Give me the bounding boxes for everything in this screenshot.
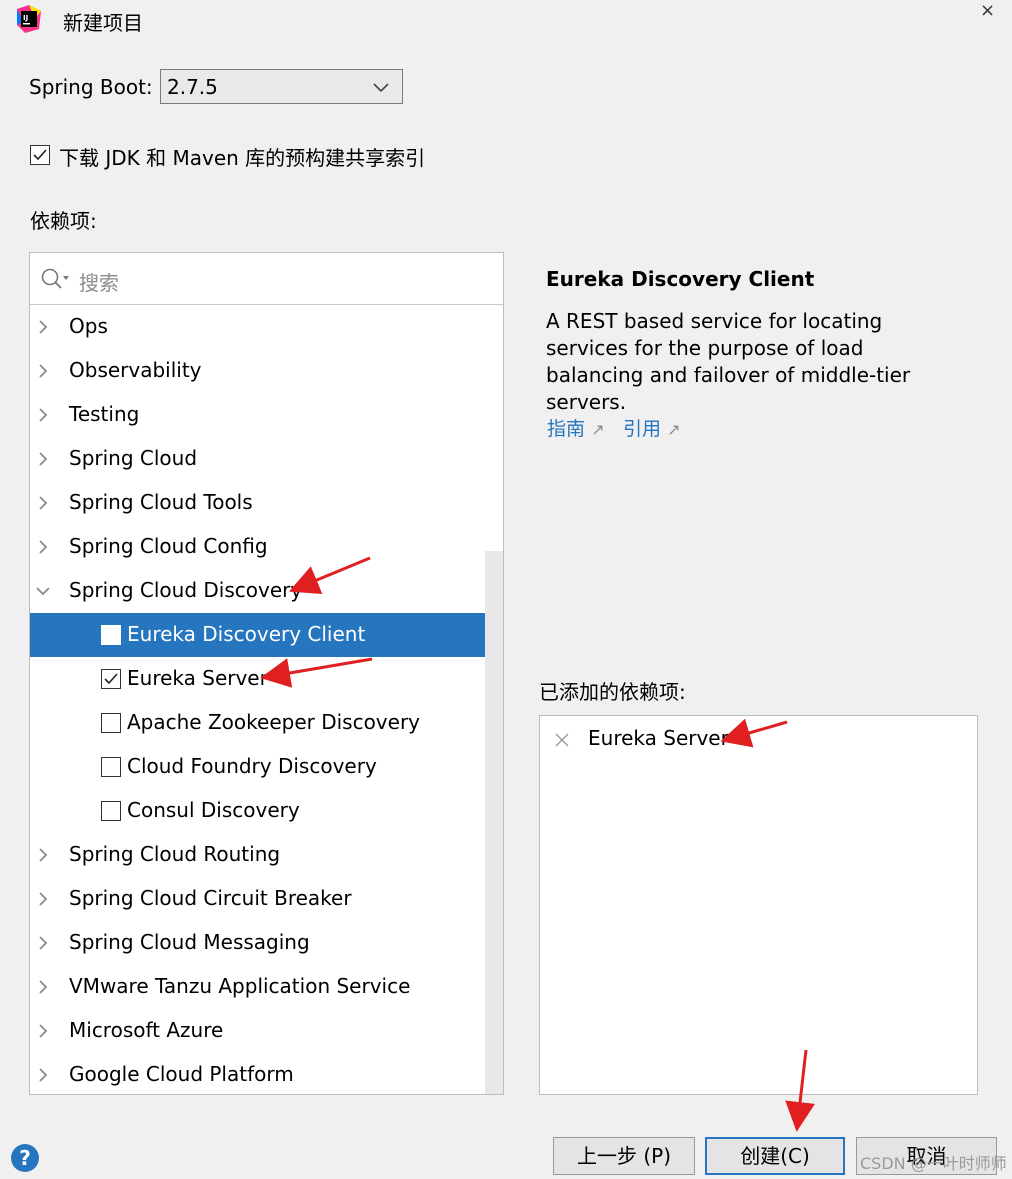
chevron-right-icon[interactable] — [35, 935, 51, 951]
download-index-label: 下载 JDK 和 Maven 库的预构建共享索引 — [59, 146, 426, 170]
chevron-down-icon[interactable] — [35, 583, 51, 599]
checkmark-icon — [33, 149, 47, 161]
dependency-item-label: Eureka Discovery Client — [127, 622, 366, 646]
tree-group-row[interactable]: Spring Cloud Routing — [30, 833, 485, 877]
tree-group-label: VMware Tanzu Application Service — [69, 974, 411, 998]
tree-group-label: Microsoft Azure — [69, 1018, 224, 1042]
tree-group-row[interactable]: Spring Cloud Messaging — [30, 921, 485, 965]
dependency-description: A REST based service for locating servic… — [546, 309, 911, 414]
external-link-icon: ↗ — [667, 420, 681, 439]
dependency-checkbox[interactable] — [101, 757, 121, 777]
dependency-item-row[interactable]: Eureka Discovery Client — [30, 613, 485, 657]
dependency-item-row[interactable]: Eureka Server — [30, 657, 485, 701]
chevron-right-icon[interactable] — [35, 979, 51, 995]
dependencies-label: 依赖项: — [30, 209, 97, 233]
tree-group-row[interactable]: Google Cloud Platform — [30, 1053, 485, 1094]
chevron-right-icon[interactable] — [35, 451, 51, 467]
dependency-item-label: Consul Discovery — [127, 798, 300, 822]
added-dependencies-panel: Eureka Server — [539, 715, 978, 1095]
dependency-checkbox[interactable] — [101, 625, 121, 645]
title-bar: IJ 新建项目 × — [0, 0, 1012, 40]
search-input[interactable]: 搜索 — [30, 253, 503, 305]
intellij-app-icon: IJ — [17, 5, 41, 33]
dependency-item-label: Eureka Server — [127, 666, 268, 690]
tree-group-label: Spring Cloud Tools — [69, 490, 253, 514]
chevron-right-icon[interactable] — [35, 1023, 51, 1039]
tree-group-label: Spring Cloud Routing — [69, 842, 281, 866]
chevron-right-icon[interactable] — [35, 847, 51, 863]
dependencies-list-panel: 搜索 Ops Observability Testing Spring Cloud Sp… — [29, 252, 504, 1095]
search-icon — [41, 268, 69, 289]
tree-group-label: Ops — [69, 314, 108, 338]
close-icon[interactable]: × — [980, 0, 995, 21]
dependency-checkbox[interactable] — [101, 801, 121, 821]
reference-link-label: 引用 — [623, 418, 662, 440]
spring-boot-label: Spring Boot: — [29, 75, 153, 99]
tree-group-row[interactable]: Spring Cloud Circuit Breaker — [30, 877, 485, 921]
scrollbar[interactable] — [485, 551, 503, 1094]
create-button[interactable]: 创建(C) — [705, 1137, 845, 1175]
dependency-item-row[interactable]: Cloud Foundry Discovery — [30, 745, 485, 789]
help-button[interactable]: ? — [11, 1144, 39, 1172]
tree-group-row[interactable]: Spring Cloud Discovery — [30, 569, 485, 613]
dependency-title: Eureka Discovery Client — [546, 267, 815, 291]
chevron-right-icon[interactable] — [35, 539, 51, 555]
chevron-right-icon[interactable] — [35, 495, 51, 511]
dependency-checkbox[interactable] — [101, 669, 121, 689]
remove-icon[interactable] — [554, 732, 570, 748]
dependency-item-label: Apache Zookeeper Discovery — [127, 710, 421, 734]
tree-group-row[interactable]: Spring Cloud Tools — [30, 481, 485, 525]
external-link-icon: ↗ — [591, 420, 605, 439]
dependency-item-row[interactable]: Apache Zookeeper Discovery — [30, 701, 485, 745]
tree-group-label: Spring Cloud Discovery — [69, 578, 303, 602]
chevron-right-icon[interactable] — [35, 1067, 51, 1083]
tree-group-row[interactable]: Testing — [30, 393, 485, 437]
tree-group-label: Spring Cloud — [69, 446, 198, 470]
tree-group-row[interactable]: Observability — [30, 349, 485, 393]
checkmark-icon — [104, 673, 118, 685]
previous-button[interactable]: 上一步 (P) — [553, 1137, 695, 1175]
tree-group-row[interactable]: Ops — [30, 305, 485, 349]
tree-group-label: Spring Cloud Circuit Breaker — [69, 886, 352, 910]
download-index-checkbox[interactable] — [30, 145, 50, 165]
tree-group-label: Testing — [69, 402, 140, 426]
chevron-down-icon — [373, 83, 389, 93]
spring-boot-version-value: 2.7.5 — [167, 75, 218, 99]
tree-group-row[interactable]: VMware Tanzu Application Service — [30, 965, 485, 1009]
guide-link-label: 指南 — [547, 418, 586, 440]
tree-group-row[interactable]: Spring Cloud Config — [30, 525, 485, 569]
spring-boot-version-select[interactable]: 2.7.5 — [160, 69, 403, 104]
chevron-right-icon[interactable] — [35, 363, 51, 379]
dependency-checkbox[interactable] — [101, 713, 121, 733]
svg-text:IJ: IJ — [23, 14, 28, 22]
chevron-right-icon[interactable] — [35, 891, 51, 907]
watermark: CSDN @一叶时师师 — [860, 1154, 1007, 1173]
tree-group-label: Spring Cloud Config — [69, 534, 268, 558]
guide-link[interactable]: 指南 ↗ — [547, 414, 604, 441]
tree-group-row[interactable]: Microsoft Azure — [30, 1009, 485, 1053]
tree-group-label: Observability — [69, 358, 202, 382]
window-title: 新建项目 — [63, 11, 143, 35]
tree-group-label: Spring Cloud Messaging — [69, 930, 310, 954]
added-dependencies-label: 已添加的依赖项: — [539, 680, 686, 704]
tree-group-row[interactable]: Spring Cloud — [30, 437, 485, 481]
chevron-right-icon[interactable] — [35, 407, 51, 423]
dependency-item-label: Cloud Foundry Discovery — [127, 754, 377, 778]
search-placeholder: 搜索 — [79, 271, 119, 295]
tree-group-label: Google Cloud Platform — [69, 1062, 294, 1086]
added-dependency-label: Eureka Server — [588, 726, 729, 750]
reference-link[interactable]: 引用 ↗ — [623, 414, 680, 441]
dependency-item-row[interactable]: Consul Discovery — [30, 789, 485, 833]
chevron-right-icon[interactable] — [35, 319, 51, 335]
